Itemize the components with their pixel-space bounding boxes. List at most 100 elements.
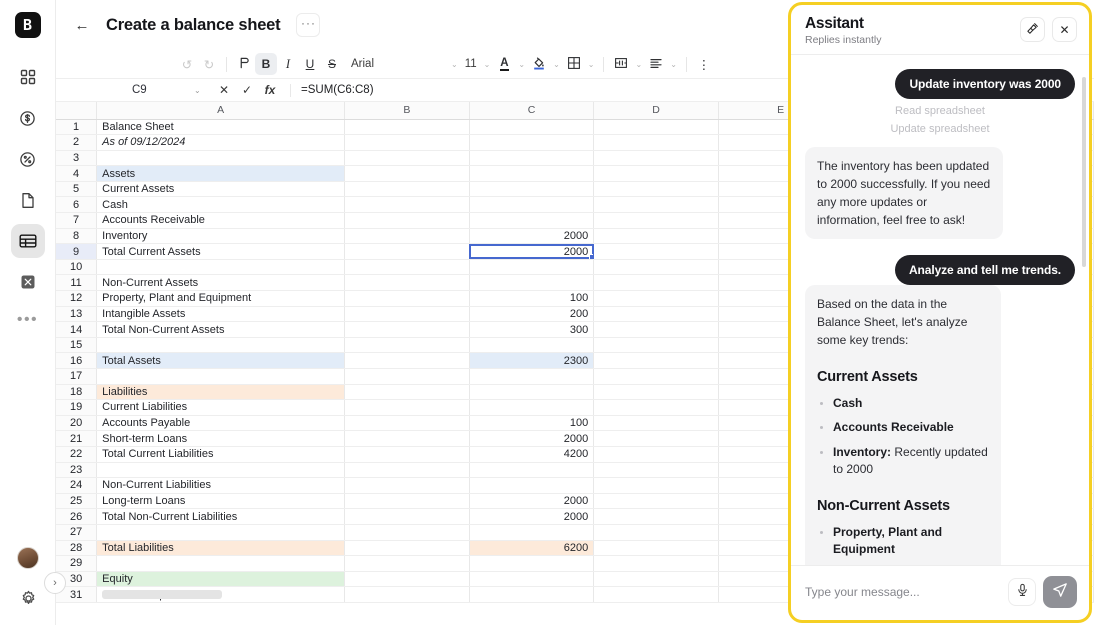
cell-A30[interactable]: Equity <box>96 571 346 588</box>
fill-color-button[interactable] <box>528 53 550 75</box>
cell-D19[interactable] <box>593 399 719 416</box>
row-header-6[interactable]: 6 <box>56 196 98 214</box>
cell-C10[interactable] <box>469 259 595 276</box>
row-header-17[interactable]: 17 <box>56 368 98 385</box>
cell-B27[interactable] <box>344 524 470 541</box>
row-header-7[interactable]: 7 <box>56 212 98 229</box>
row-header-16[interactable]: 16 <box>56 352 98 369</box>
cell-A29[interactable] <box>96 555 346 572</box>
row-header-25[interactable]: 25 <box>56 493 98 510</box>
cell-D9[interactable] <box>593 243 719 260</box>
sidebar-item-spreadsheets[interactable] <box>10 224 45 258</box>
cell-C16[interactable]: 2300 <box>469 352 595 369</box>
cell-C27[interactable] <box>469 524 595 541</box>
cell-B22[interactable] <box>344 446 470 463</box>
cell-A27[interactable] <box>96 524 346 541</box>
back-button[interactable]: ← <box>68 11 96 39</box>
avatar[interactable] <box>17 547 39 569</box>
cell-B16[interactable] <box>344 352 470 369</box>
cell-B18[interactable] <box>344 384 470 401</box>
cell-A9[interactable]: Total Current Assets <box>96 243 346 260</box>
column-header-c[interactable]: C <box>469 102 595 120</box>
cell-B20[interactable] <box>344 415 470 432</box>
row-header-1[interactable]: 1 <box>56 119 98 136</box>
cell-B1[interactable] <box>344 119 470 136</box>
cell-B2[interactable] <box>344 134 470 151</box>
font-family-caret-icon[interactable]: ⌄ <box>448 60 461 69</box>
cell-C7[interactable] <box>469 212 595 229</box>
cell-B8[interactable] <box>344 228 470 245</box>
cell-C1[interactable] <box>469 119 595 136</box>
cell-A17[interactable] <box>96 368 346 385</box>
cell-A4[interactable]: Assets <box>96 165 346 182</box>
cell-B30[interactable] <box>344 571 470 588</box>
cell-A5[interactable]: Current Assets <box>96 181 346 198</box>
cell-C2[interactable] <box>469 134 595 151</box>
cell-B26[interactable] <box>344 508 470 525</box>
cell-B9[interactable] <box>344 243 470 260</box>
cell-C23[interactable] <box>469 462 595 479</box>
cell-C18[interactable] <box>469 384 595 401</box>
row-header-4[interactable]: 4 <box>56 165 98 182</box>
cell-D10[interactable] <box>593 259 719 276</box>
cell-D24[interactable] <box>593 477 719 494</box>
cancel-formula-button[interactable]: ✕ <box>214 83 234 97</box>
cell-reference-box[interactable]: C9 <box>132 84 147 96</box>
sidebar-item-apps[interactable] <box>11 60 45 94</box>
cell-B13[interactable] <box>344 306 470 323</box>
cell-A14[interactable]: Total Non-Current Assets <box>96 321 346 338</box>
row-header-8[interactable]: 8 <box>56 228 98 245</box>
cell-C31[interactable] <box>469 586 595 603</box>
row-header-10[interactable]: 10 <box>56 259 98 276</box>
cell-A20[interactable]: Accounts Payable <box>96 415 346 432</box>
cell-C14[interactable]: 300 <box>469 321 595 338</box>
document-menu-button[interactable]: ··· <box>296 13 321 37</box>
cell-B11[interactable] <box>344 274 470 292</box>
text-color-button[interactable]: A <box>493 53 515 75</box>
column-header-a[interactable]: A <box>96 102 346 120</box>
row-header-28[interactable]: 28 <box>56 540 98 557</box>
cell-C11[interactable] <box>469 274 595 292</box>
cell-B5[interactable] <box>344 181 470 198</box>
cell-C19[interactable] <box>469 399 595 416</box>
row-header-15[interactable]: 15 <box>56 337 98 354</box>
column-header-b[interactable]: B <box>344 102 470 120</box>
cell-C15[interactable] <box>469 337 595 354</box>
cell-D14[interactable] <box>593 321 719 338</box>
cell-D4[interactable] <box>593 165 719 182</box>
cell-D1[interactable] <box>593 119 719 136</box>
cell-C25[interactable]: 2000 <box>469 493 595 510</box>
cell-A22[interactable]: Total Current Liabilities <box>96 446 346 463</box>
cell-A3[interactable] <box>96 150 346 167</box>
cell-A15[interactable] <box>96 337 346 354</box>
cell-B10[interactable] <box>344 259 470 276</box>
cell-D27[interactable] <box>593 524 719 541</box>
row-header-14[interactable]: 14 <box>56 321 98 338</box>
cell-D15[interactable] <box>593 337 719 354</box>
cell-A16[interactable]: Total Assets <box>96 352 346 369</box>
cell-A11[interactable]: Non-Current Assets <box>96 274 346 292</box>
cell-D8[interactable] <box>593 228 719 245</box>
row-header-11[interactable]: 11 <box>56 274 98 292</box>
settings-button[interactable] <box>11 581 45 615</box>
cell-B3[interactable] <box>344 150 470 167</box>
cell-C21[interactable]: 2000 <box>469 430 595 447</box>
cell-B23[interactable] <box>344 462 470 479</box>
align-caret-icon[interactable]: ⌄ <box>667 60 680 69</box>
cell-C22[interactable]: 4200 <box>469 446 595 463</box>
cell-D18[interactable] <box>593 384 719 401</box>
cell-B29[interactable] <box>344 555 470 572</box>
clear-chat-button[interactable] <box>1020 17 1045 42</box>
cell-C5[interactable] <box>469 181 595 198</box>
close-panel-button[interactable]: ✕ <box>1052 17 1077 42</box>
sidebar-item-ai[interactable] <box>11 265 45 299</box>
row-header-21[interactable]: 21 <box>56 430 98 447</box>
cell-D30[interactable] <box>593 571 719 588</box>
app-logo[interactable]: B <box>14 12 41 38</box>
bold-button[interactable]: B <box>255 53 277 75</box>
cell-D2[interactable] <box>593 134 719 151</box>
cell-C6[interactable] <box>469 196 595 214</box>
underline-button[interactable]: U <box>299 53 321 75</box>
expand-sidebar-button[interactable]: › <box>44 572 66 594</box>
cell-C4[interactable] <box>469 165 595 182</box>
